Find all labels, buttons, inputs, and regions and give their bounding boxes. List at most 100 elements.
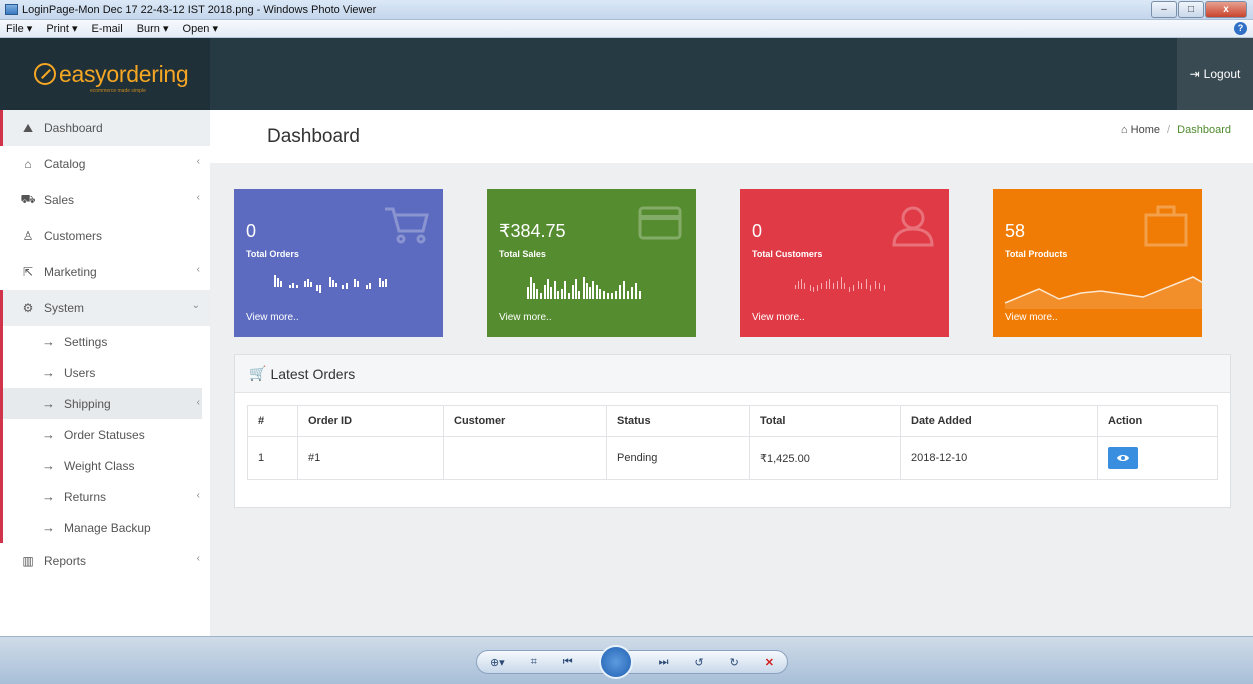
user-icon (892, 206, 934, 247)
sparkline-area (1004, 276, 1202, 309)
sidebar-subitem-label: Users (64, 365, 96, 380)
sidebar-subitem-order-statuses[interactable]: → Order Statuses (3, 419, 210, 450)
sidebar-item-catalog[interactable]: ⌂ Catalog ‹ (0, 146, 210, 182)
sidebar-item-customers[interactable]: ♙ Customers (0, 218, 210, 254)
stat-card-total-products: 58 Total Products View more.. (993, 189, 1202, 337)
breadcrumb-current: Dashboard (1177, 124, 1231, 136)
brand-name: easyordering (59, 60, 189, 87)
sidebar-subitem-manage-backup[interactable]: → Manage Backup (3, 512, 210, 543)
user-icon: ♙ (22, 229, 34, 243)
arrow-right-icon: → (42, 489, 55, 504)
maximize-button[interactable]: □ (1178, 1, 1204, 18)
sidebar-subitem-settings[interactable]: → Settings (3, 326, 210, 357)
eye-icon (1117, 455, 1129, 461)
dashboard-icon: ⛰ (22, 120, 34, 135)
chevron-left-icon: ‹ (196, 490, 200, 501)
column-header: Date Added (900, 405, 1098, 437)
arrow-right-icon: → (42, 396, 55, 411)
sidebar-subitem-label: Weight Class (64, 458, 135, 473)
cart-icon (385, 207, 429, 244)
actual-size-icon[interactable]: ⌗ (531, 656, 537, 669)
top-navbar: easyordering ecommerce made simple ⇥ Log… (0, 38, 1253, 110)
menu-email[interactable]: E-mail (92, 20, 123, 37)
view-more-link[interactable]: View more.. (752, 312, 805, 323)
menu-file[interactable]: File ▾ (6, 20, 32, 37)
stat-value: 0 (246, 221, 257, 241)
slideshow-button[interactable] (598, 645, 633, 679)
sidebar-subitem-label: Settings (64, 334, 108, 349)
sidebar-item-marketing[interactable]: ⇱ Marketing ‹ (0, 254, 210, 290)
chevron-left-icon: ‹ (196, 553, 200, 564)
breadcrumb-separator: / (1167, 124, 1171, 136)
close-window-button[interactable]: x (1205, 1, 1247, 18)
brand-logo[interactable]: easyordering ecommerce made simple (0, 38, 210, 110)
app-screen: easyordering ecommerce made simple ⇥ Log… (0, 38, 1253, 636)
rotate-right-icon[interactable]: ↻ (730, 656, 739, 669)
table-header-row: # Order ID Customer Status Total Date Ad… (247, 405, 1218, 437)
cell-number: 1 (247, 436, 298, 480)
sidebar-item-system[interactable]: ⚙ System ⌄ (3, 290, 210, 326)
stat-value: 58 (1005, 221, 1026, 241)
chevron-left-icon: ‹ (196, 156, 200, 167)
column-header: Total (749, 405, 901, 437)
panel-title: Latest Orders (270, 365, 356, 382)
arrow-right-icon: → (42, 427, 55, 442)
stat-label: Total Orders (246, 249, 299, 259)
sidebar-item-label: Dashboard (44, 121, 103, 135)
help-icon[interactable]: ? (1234, 22, 1247, 35)
sidebar-subitem-label: Manage Backup (64, 520, 151, 535)
cell-total: ₹1,425.00 (749, 436, 901, 480)
sidebar-item-label: Sales (44, 193, 75, 207)
stat-label: Total Products (1005, 249, 1068, 259)
sidebar-item-reports[interactable]: ▥ Reports ‹ (0, 543, 210, 579)
sparkline-bars (274, 275, 387, 293)
menu-print[interactable]: Print ▾ (46, 20, 77, 37)
view-order-button[interactable] (1108, 447, 1138, 469)
rotate-left-icon[interactable]: ↺ (694, 656, 703, 669)
cell-status: Pending (606, 436, 750, 480)
logout-button[interactable]: ⇥ Logout (1177, 38, 1253, 110)
sidebar-subitem-shipping[interactable]: → Shipping ‹ (3, 388, 202, 419)
sidebar-subitem-returns[interactable]: → Returns ‹ (3, 481, 210, 512)
sidebar-subitem-label: Order Statuses (64, 427, 145, 442)
stat-value: ₹384.75 (499, 221, 566, 241)
tag-icon: ⌂ (24, 157, 32, 171)
sidebar-item-dashboard[interactable]: ⛰ Dashboard (0, 110, 210, 146)
sidebar-subitem-label: Shipping (64, 396, 111, 411)
arrow-right-icon: → (42, 334, 55, 349)
table-row: 1 #1 Pending ₹1,425.00 2018-12-10 (247, 436, 1218, 480)
bar-chart-icon: ▥ (22, 554, 34, 568)
gear-icon: ⚙ (22, 301, 34, 315)
arrow-right-icon: → (42, 520, 55, 535)
orders-table: # Order ID Customer Status Total Date Ad… (247, 405, 1218, 480)
delete-icon[interactable]: ✕ (765, 656, 774, 669)
breadcrumb-home[interactable]: Home (1131, 124, 1160, 136)
next-icon[interactable]: ⏭ (659, 656, 669, 669)
window-title-bar: LoginPage-Mon Dec 17 22-43-12 IST 2018.p… (0, 0, 1253, 20)
sidebar-subitem-weight-class[interactable]: → Weight Class (3, 450, 210, 481)
page-title: Dashboard (267, 126, 360, 147)
sidebar-item-sales[interactable]: ⛟ Sales ‹ (0, 182, 210, 218)
view-more-link[interactable]: View more.. (499, 312, 552, 323)
sparkline-bars (795, 277, 885, 292)
sidebar-item-label: Catalog (44, 157, 86, 171)
column-header: Order ID (297, 405, 444, 437)
sidebar-subitem-users[interactable]: → Users (3, 357, 210, 388)
menu-open[interactable]: Open ▾ (183, 20, 219, 37)
sparkline-bars (527, 277, 641, 299)
minimize-button[interactable]: – (1151, 1, 1177, 18)
sidebar-item-label: Customers (44, 229, 103, 243)
stat-label: Total Sales (499, 249, 546, 259)
credit-card-icon (638, 206, 682, 240)
sidebar-subitem-label: Returns (64, 489, 107, 504)
sidebar: ⛰ Dashboard ⌂ Catalog ‹ ⛟ Sales ‹ ♙ Cust… (0, 110, 210, 636)
page-header: Dashboard ⌂ Home / Dashboard (210, 110, 1253, 163)
cell-date-added: 2018-12-10 (900, 436, 1098, 480)
menu-burn[interactable]: Burn ▾ (137, 20, 169, 37)
cell-action (1097, 436, 1218, 480)
view-more-link[interactable]: View more.. (1005, 312, 1058, 323)
zoom-icon[interactable]: ⊕▾ (490, 656, 505, 669)
column-header: Status (606, 405, 750, 437)
view-more-link[interactable]: View more.. (246, 312, 299, 323)
previous-icon[interactable]: ⏮ (563, 656, 573, 669)
